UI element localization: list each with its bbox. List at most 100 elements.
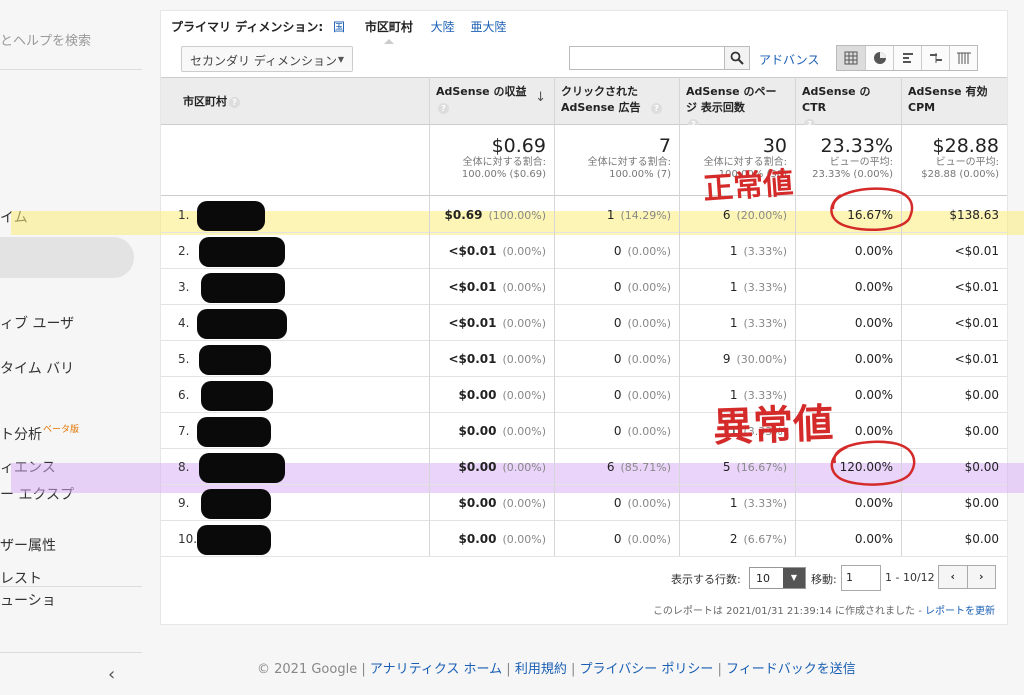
- cell-value: 0.00%: [854, 496, 893, 510]
- collapse-sidebar-icon[interactable]: ‹: [108, 664, 115, 685]
- header-adsense-cpm[interactable]: AdSense 有効 CPM: [901, 77, 1007, 125]
- cell-value: 1: [729, 244, 738, 258]
- sidebar-item-active-users[interactable]: ィブ ユーザ: [0, 313, 74, 333]
- ctr-cell: 0.00%: [795, 521, 901, 557]
- divider: [0, 652, 142, 653]
- column-divider: [429, 77, 430, 556]
- header-city[interactable]: 市区町村?: [161, 77, 429, 125]
- privacy-policy-link[interactable]: プライバシー ポリシー: [580, 662, 714, 677]
- ctr-cell: 0.00%: [795, 269, 901, 305]
- handwritten-normal-label: 正常値: [702, 165, 795, 208]
- revenue-cell: $0.00 (0.00%): [429, 413, 554, 449]
- rows-per-page-select[interactable]: 10 ▼: [749, 567, 806, 589]
- cell-percent: (0.00%): [502, 461, 546, 474]
- clicks-cell: 1 (14.29%): [554, 197, 679, 233]
- divider: [0, 586, 142, 587]
- cell-value: <$0.01: [448, 316, 497, 330]
- sidebar-item-interests[interactable]: レスト: [0, 568, 42, 588]
- cell-percent: (0.00%): [627, 533, 671, 546]
- left-sidebar: とヘルプを検索 イム ィブ ユーザ タイム バリ ト分析ベータ版 ィエンス ー …: [0, 0, 142, 695]
- total-caption: 全体に対する割合:: [587, 157, 671, 168]
- copyright-text: © 2021 Google: [257, 662, 358, 677]
- pageviews-cell: 2 (6.67%): [679, 521, 795, 557]
- analytics-home-link[interactable]: アナリティクス ホーム: [370, 662, 502, 677]
- next-page-button[interactable]: ›: [967, 566, 995, 588]
- table-row: 5. <$0.01 (0.00%) 0 (0.00%) 9 (30.00%) 0.00% <$0…: [161, 341, 1007, 377]
- cell-value: 0.00%: [854, 532, 893, 546]
- total-caption: ビューの平均:: [829, 157, 893, 168]
- cell-percent: (3.33%): [743, 497, 787, 510]
- cell-value: $0.00: [964, 460, 999, 474]
- clicks-cell: 0 (0.00%): [554, 233, 679, 269]
- view-toggle-group: [836, 45, 978, 71]
- help-icon[interactable]: ?: [438, 102, 449, 114]
- help-icon[interactable]: ?: [651, 102, 662, 114]
- cell-value: $0.00: [458, 424, 497, 438]
- help-search-input[interactable]: とヘルプを検索: [0, 30, 91, 49]
- cell-value: 0.00%: [854, 244, 893, 258]
- revenue-cell: $0.00 (0.00%): [429, 521, 554, 557]
- cell-value: 1: [729, 496, 738, 510]
- sidebar-item-lifetime-value[interactable]: タイム バリ: [0, 358, 74, 378]
- prev-page-button[interactable]: ‹: [939, 566, 968, 588]
- refresh-report-link[interactable]: レポートを更新: [925, 606, 995, 617]
- help-icon[interactable]: ?: [229, 96, 240, 108]
- advanced-filter-link[interactable]: アドバンス: [759, 51, 819, 68]
- column-divider: [679, 77, 680, 556]
- pivot-icon: [956, 52, 971, 64]
- table-view-button[interactable]: [837, 46, 865, 70]
- sidebar-item-geo[interactable]: ューショ: [0, 590, 56, 610]
- header-label: AdSense の収益: [436, 85, 527, 98]
- clicks-cell: 0 (0.00%): [554, 341, 679, 377]
- secondary-dimension-label: セカンダリ ディメンション: [190, 54, 337, 68]
- revenue-cell: $0.00 (0.00%): [429, 377, 554, 413]
- feedback-link[interactable]: フィードバックを送信: [726, 662, 856, 677]
- header-adsense-ctr[interactable]: AdSense の CTR?: [795, 77, 901, 130]
- dimension-option-city[interactable]: 市区町村: [365, 18, 413, 44]
- header-adsense-pageviews[interactable]: AdSense のページ 表示回数?: [679, 77, 795, 130]
- pie-view-button[interactable]: [865, 46, 893, 70]
- performance-view-button[interactable]: [893, 46, 921, 70]
- dimension-option-country[interactable]: 国: [333, 20, 345, 34]
- pageviews-cell: 1 (3.33%): [679, 305, 795, 341]
- redaction-scribble: [201, 273, 285, 303]
- cell-percent: (6.67%): [743, 533, 787, 546]
- table-row: 6. $0.00 (0.00%) 0 (0.00%) 1 (3.33%) 0.00% $0.00: [161, 377, 1007, 413]
- redaction-scribble: [199, 453, 285, 483]
- row-rank: 6.: [178, 388, 190, 402]
- cell-percent: (0.00%): [627, 245, 671, 258]
- total-caption: 全体に対する割合:: [462, 157, 546, 168]
- cell-value: 0: [613, 496, 622, 510]
- pager: ‹ ›: [938, 565, 996, 589]
- sidebar-item-demographics[interactable]: ザー属性: [0, 535, 56, 555]
- cpm-cell: $0.00: [901, 521, 1007, 557]
- search-button[interactable]: [724, 46, 750, 70]
- divider: [0, 69, 142, 70]
- cell-value: 0: [613, 532, 622, 546]
- cell-value: 0.00%: [854, 280, 893, 294]
- header-adsense-revenue[interactable]: AdSense の収益? ↓: [429, 77, 554, 125]
- header-adsense-clicks[interactable]: クリックされた AdSense 広告?: [554, 77, 679, 125]
- header-label: クリックされた AdSense 広告: [561, 85, 641, 114]
- dimension-option-continent[interactable]: 大陸: [431, 20, 455, 34]
- cell-percent: (0.00%): [627, 389, 671, 402]
- cell-value: $0.69: [444, 208, 483, 222]
- table-row: 3. <$0.01 (0.00%) 0 (0.00%) 1 (3.33%) 0.00% <$0.…: [161, 269, 1007, 305]
- row-rank: 8.: [178, 460, 190, 474]
- cpm-cell: <$0.01: [901, 305, 1007, 341]
- cell-value: 0: [613, 352, 622, 366]
- cell-value: <$0.01: [954, 280, 999, 294]
- total-value: 7: [658, 135, 671, 157]
- cell-value: $0.00: [964, 424, 999, 438]
- page-range: 1 - 10/12: [885, 571, 935, 584]
- table-search-input[interactable]: [569, 46, 725, 70]
- terms-link[interactable]: 利用規約: [515, 662, 567, 677]
- pageviews-cell: 1 (3.33%): [679, 269, 795, 305]
- comparison-view-button[interactable]: [921, 46, 949, 70]
- ctr-cell: 0.00%: [795, 485, 901, 521]
- secondary-dimension-dropdown[interactable]: セカンダリ ディメンション ▼: [181, 46, 353, 72]
- sidebar-item-cohort-analysis[interactable]: ト分析ベータ版: [0, 424, 79, 444]
- dimension-option-subcontinent[interactable]: 亜大陸: [471, 20, 507, 34]
- goto-row-input[interactable]: 1: [841, 565, 881, 591]
- pivot-view-button[interactable]: [949, 46, 977, 70]
